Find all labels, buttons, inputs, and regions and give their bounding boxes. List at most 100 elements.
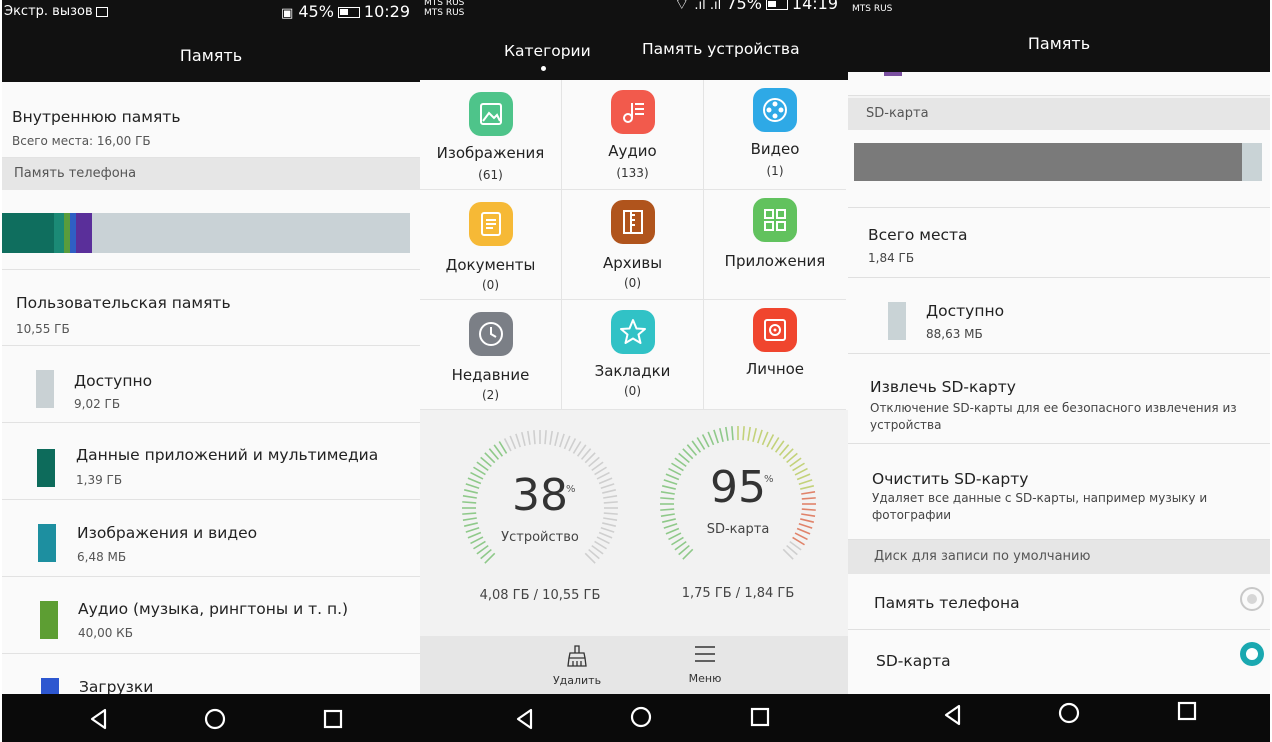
wifi-icon: ⌔: [674, 0, 690, 13]
tab-bar: Категории Память устройства: [420, 26, 848, 80]
sd-free-segment: [1241, 143, 1262, 181]
navigation-bar: [2, 694, 420, 742]
page-title: Память: [179, 46, 243, 65]
option-label: SD-карта: [876, 652, 951, 670]
item-size: 9,02 ГБ: [74, 397, 121, 411]
category-count: (0): [624, 276, 641, 290]
list-item[interactable]: Доступно 9,02 ГБ: [2, 346, 420, 423]
eject-sd-card-desc: Отключение SD-карты для ее безопасного и…: [870, 401, 1237, 432]
gauge-tick: [774, 440, 785, 453]
back-icon[interactable]: [940, 702, 966, 728]
emergency-label: Экстр. вызов: [4, 4, 93, 19]
home-icon[interactable]: [1056, 700, 1082, 726]
internal-storage-row[interactable]: Внутреннюю память Всего места: 16,00 ГБ: [2, 82, 420, 158]
back-icon[interactable]: [86, 706, 112, 732]
music-icon: [610, 90, 655, 134]
storage-usage-bar: [2, 213, 410, 253]
recents-icon[interactable]: [747, 704, 773, 730]
gauge-tick: [742, 426, 745, 441]
broom-icon: [567, 645, 587, 667]
apps-icon: [753, 198, 797, 242]
gauge-tick: [792, 536, 805, 546]
option-sd-card[interactable]: SD-карта: [848, 630, 1270, 696]
category-recent[interactable]: Недавние (2): [420, 300, 562, 410]
total-space-row: Всего места 1,84 ГБ: [848, 208, 1270, 278]
sd-card-gauge-value: 95: [710, 462, 766, 513]
category-archives[interactable]: Архивы (0): [562, 190, 704, 300]
signal-icon: .ıl .ıl: [694, 0, 722, 13]
tab-device-storage[interactable]: Память устройства: [642, 40, 800, 58]
item-size: 40,00 КБ: [78, 626, 133, 640]
clear-sd-card-row[interactable]: Очистить SD-карту Удаляет все данные с S…: [848, 444, 1270, 540]
sd-used-segment: [854, 143, 1242, 181]
gauge-tick: [725, 426, 729, 441]
recents-icon[interactable]: [1174, 698, 1200, 724]
app-bar: Память: [848, 18, 1270, 72]
category-video[interactable]: Видео (1): [704, 80, 846, 190]
category-label: Видео: [750, 140, 800, 158]
option-phone-memory[interactable]: Память телефона: [848, 574, 1270, 630]
sd-card-gauge-unit: %: [764, 474, 774, 485]
storage-gauges: 38 % Устройство 4,08 ГБ / 10,55 ГБ 95 % …: [420, 410, 848, 636]
category-apps[interactable]: Приложения: [704, 190, 846, 300]
navigation-bar: [420, 694, 848, 742]
category-count: (2): [482, 388, 499, 402]
gauge-tick: [731, 426, 734, 441]
device-gauge[interactable]: 38 % Устройство: [460, 428, 620, 588]
gauge-tick: [572, 441, 582, 454]
gauge-tick: [554, 431, 559, 446]
images-video-swatch: [38, 524, 56, 562]
gauge-tick: [544, 430, 547, 445]
recents-icon[interactable]: [320, 706, 346, 732]
list-item[interactable]: Изображения и видео 6,48 МБ: [2, 500, 420, 577]
radio-sd-card[interactable]: [1240, 642, 1264, 666]
gauge-tick: [789, 540, 802, 551]
gauge-tick: [691, 440, 702, 453]
gauge-tick: [521, 431, 526, 446]
list-item[interactable]: Данные приложений и мультимедиа 1,39 ГБ: [2, 423, 420, 500]
sd-card-gauge[interactable]: 95 % SD-карта: [658, 424, 818, 584]
emergency-call-text: Экстр. вызов: [4, 4, 108, 19]
list-item[interactable]: Аудио (музыка, рингтоны и т. п.) 40,00 К…: [2, 577, 420, 654]
star-icon: [610, 310, 655, 354]
phone-memory-section-header: Память телефона: [2, 158, 420, 190]
device-gauge-unit: %: [566, 484, 576, 495]
category-bookmarks[interactable]: Закладки (0): [562, 300, 704, 410]
app-data-segment-2: [54, 213, 64, 253]
menu-label: Меню: [688, 672, 722, 685]
category-private[interactable]: Личное: [704, 300, 846, 410]
category-documents[interactable]: Документы (0): [420, 190, 562, 300]
default-write-disk-header: Диск для записи по умолчанию: [848, 540, 1270, 574]
category-audio[interactable]: Аудио (133): [562, 80, 704, 190]
item-label: Доступно: [74, 372, 153, 390]
carrier-2: MTS RUS: [424, 8, 465, 18]
home-icon[interactable]: [628, 704, 654, 730]
gauge-tick: [533, 430, 536, 445]
radio-phone-memory[interactable]: [1240, 587, 1264, 611]
gauge-tick: [766, 434, 775, 448]
category-label: Документы: [445, 256, 536, 274]
menu-icon: [695, 646, 715, 662]
eject-sd-card-row[interactable]: Извлечь SD-карту Отключение SD-карты для…: [848, 354, 1270, 444]
clock: 10:29: [363, 2, 410, 21]
delete-button[interactable]: Удалить: [537, 644, 617, 687]
menu-button[interactable]: Меню: [665, 642, 745, 685]
home-icon[interactable]: [202, 706, 228, 732]
sd-card-usage-text: 1,75 ГБ / 1,84 ГБ: [681, 586, 795, 601]
safe-icon: [753, 308, 797, 352]
navigation-bar: [848, 694, 1270, 742]
gauge-tick: [493, 444, 504, 457]
sd-usage-bar-row: [848, 130, 1270, 208]
gauge-tick: [515, 433, 521, 448]
tab-categories[interactable]: Категории: [504, 42, 591, 60]
gauge-tick: [602, 522, 617, 527]
category-images[interactable]: Изображения (61): [420, 80, 562, 190]
status-bar: Экстр. вызов ▣ 45% 10:29: [2, 0, 420, 26]
back-icon[interactable]: [512, 706, 538, 732]
clock-icon: [468, 312, 513, 356]
user-memory-size: 10,55 ГБ: [16, 322, 70, 336]
available-swatch: [888, 302, 906, 340]
nfc-icon: ▣: [280, 6, 294, 21]
scrolled-row-remnant: [848, 72, 1270, 96]
video-icon: [753, 88, 797, 132]
